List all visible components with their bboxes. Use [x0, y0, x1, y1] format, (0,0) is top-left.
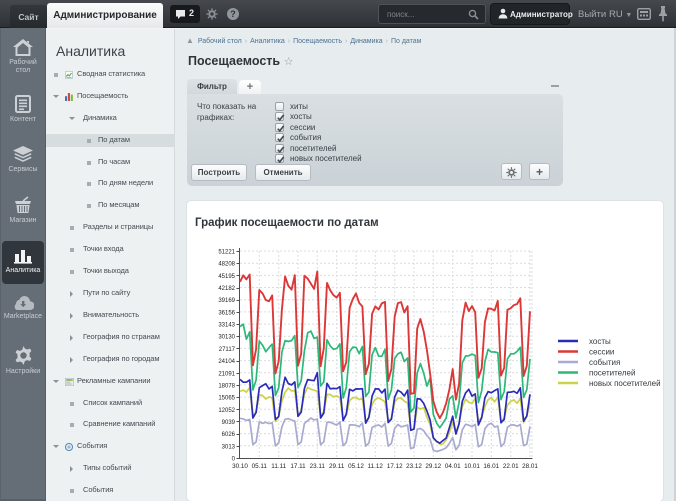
svg-text:23.12: 23.12 [406, 463, 422, 470]
svg-text:15065: 15065 [218, 396, 235, 402]
svg-text:11.12: 11.12 [368, 463, 384, 470]
svg-text:04.01: 04.01 [445, 463, 461, 470]
svg-text:45195: 45195 [218, 274, 235, 280]
svg-text:16.01: 16.01 [483, 463, 499, 470]
svg-text:33143: 33143 [218, 323, 235, 329]
svg-text:36156: 36156 [218, 310, 235, 316]
svg-text:0: 0 [232, 457, 236, 463]
svg-text:23.11: 23.11 [310, 463, 326, 470]
svg-text:27117: 27117 [219, 347, 236, 353]
svg-text:30130: 30130 [218, 335, 235, 341]
svg-text:хосты: хосты [589, 337, 611, 346]
svg-text:6026: 6026 [222, 432, 236, 438]
svg-text:29.11: 29.11 [329, 463, 345, 470]
svg-text:новых посетителей: новых посетителей [589, 379, 661, 388]
svg-text:события: события [589, 358, 620, 367]
svg-text:24104: 24104 [218, 359, 235, 365]
svg-text:30.10: 30.10 [232, 463, 248, 470]
svg-text:10.01: 10.01 [464, 463, 480, 470]
svg-text:28.01: 28.01 [522, 463, 538, 470]
svg-text:42182: 42182 [218, 286, 235, 292]
svg-text:05.12: 05.12 [348, 463, 364, 470]
svg-text:48208: 48208 [218, 262, 235, 268]
svg-text:29.12: 29.12 [425, 463, 441, 470]
svg-text:посетителей: посетителей [589, 369, 635, 378]
svg-text:11.11: 11.11 [271, 463, 286, 470]
svg-text:51221: 51221 [218, 250, 235, 256]
svg-text:сессии: сессии [589, 348, 614, 357]
svg-text:22.01: 22.01 [503, 463, 519, 470]
svg-text:21091: 21091 [218, 371, 235, 377]
svg-text:9039: 9039 [222, 420, 236, 426]
svg-text:18078: 18078 [218, 383, 235, 389]
svg-text:17.12: 17.12 [387, 463, 403, 470]
svg-text:05.11: 05.11 [252, 463, 268, 470]
svg-text:17.11: 17.11 [290, 463, 306, 470]
svg-text:39169: 39169 [218, 298, 235, 304]
svg-text:3013: 3013 [222, 444, 236, 450]
svg-text:12052: 12052 [218, 408, 235, 414]
